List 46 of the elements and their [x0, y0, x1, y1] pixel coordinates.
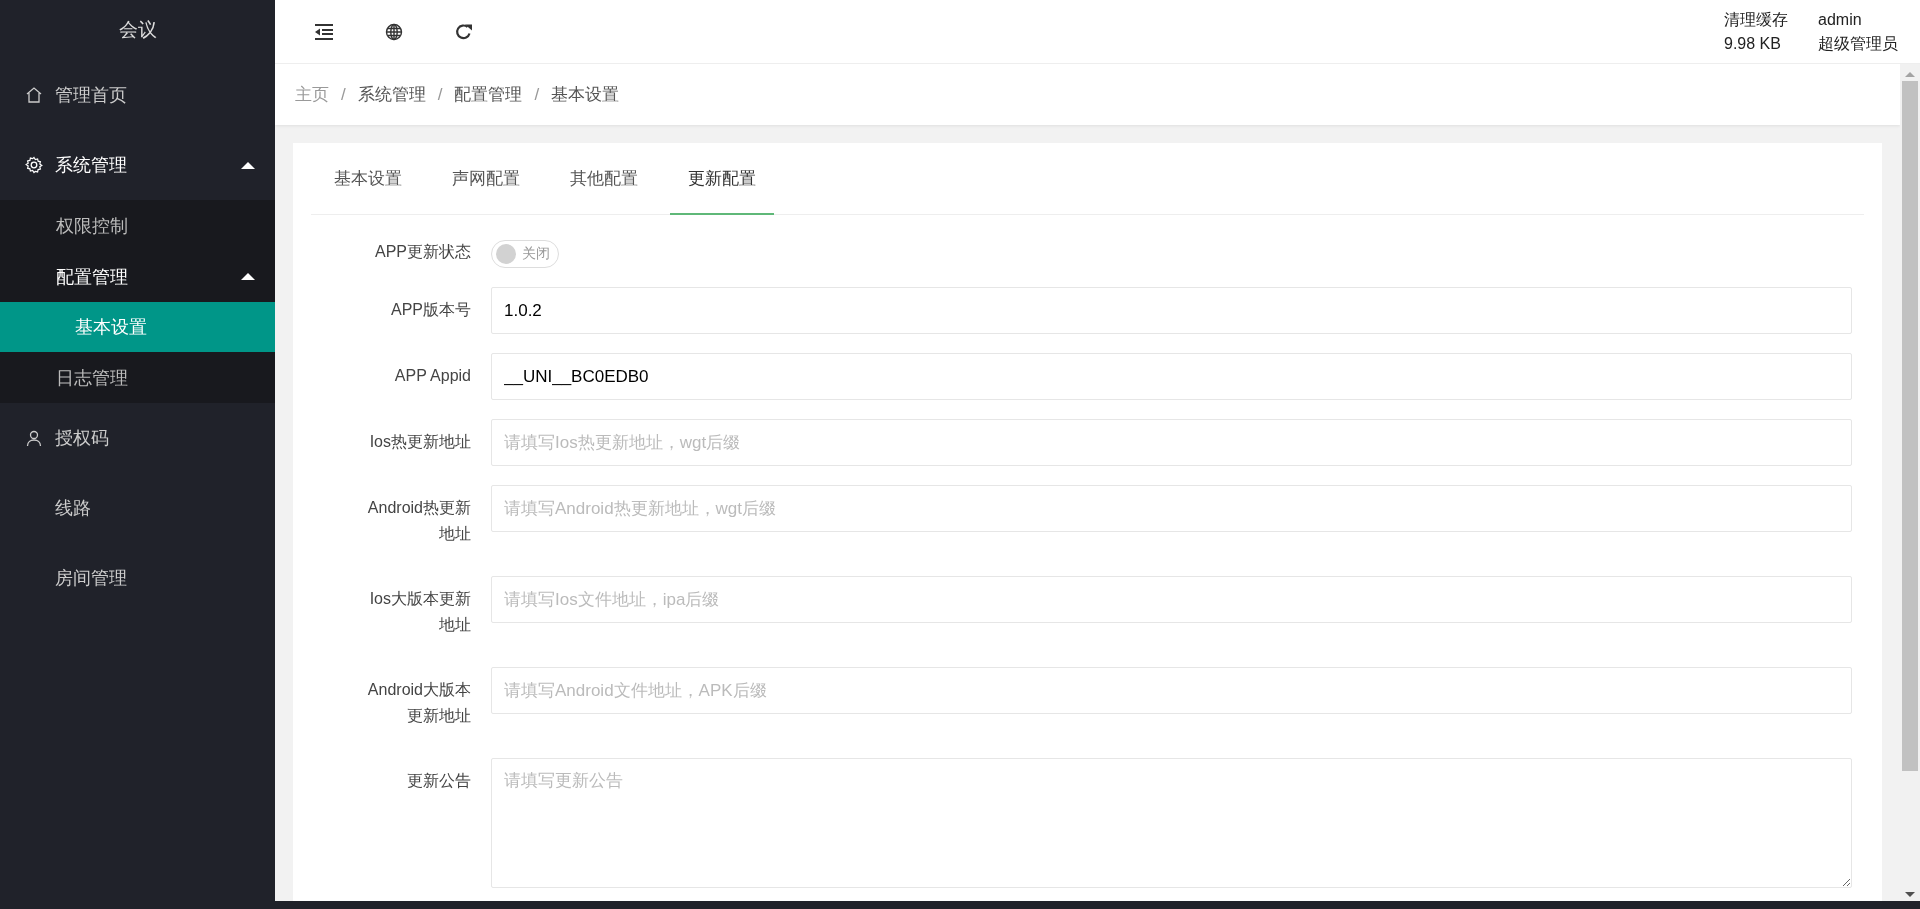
field-label: Ios热更新地址 — [368, 432, 472, 452]
submenu-item[interactable]: 日志管理 — [0, 352, 275, 403]
user-icon — [25, 429, 43, 447]
scrollbar[interactable] — [1900, 64, 1920, 901]
tab[interactable]: 更新配置 — [670, 143, 774, 215]
clear-cache-button[interactable]: 清理缓存 9.98 KB — [1724, 7, 1788, 56]
settings-icon — [25, 156, 43, 174]
menu-item[interactable]: 管理首页 — [0, 60, 275, 130]
collapse-menu-icon[interactable] — [315, 23, 333, 40]
field-label: Ios大版本更新地址 — [368, 589, 472, 635]
tab[interactable]: 基本设置 — [316, 143, 420, 215]
tab[interactable]: 其他配置 — [552, 143, 656, 215]
submenu-item[interactable]: 权限控制 — [0, 200, 275, 251]
text-area[interactable]: 请填写更新公告 — [491, 758, 1852, 888]
field-label: 更新公告 — [406, 771, 472, 791]
menu-item[interactable]: 房间管理 — [0, 543, 275, 613]
tab[interactable]: 声网配置 — [434, 143, 538, 215]
breadcrumb-separator: / — [534, 84, 540, 105]
refresh-icon[interactable] — [455, 22, 473, 41]
field-label: Android大版本更新地址 — [366, 680, 472, 726]
globe-icon[interactable] — [385, 22, 403, 41]
input-field[interactable]: 请填写Android热更新地址，wgt后缀 — [491, 485, 1852, 532]
field-label: APP更新状态 — [374, 242, 472, 262]
input-field[interactable]: 请填写Android文件地址，APK后缀 — [491, 667, 1852, 714]
field-label: APP Appid — [393, 366, 472, 386]
input-field[interactable]: 请填写Ios文件地址，ipa后缀 — [491, 576, 1852, 623]
menu-item[interactable]: 授权码 — [0, 403, 275, 473]
breadcrumb-link[interactable]: 系统管理 — [357, 83, 426, 106]
breadcrumb-link[interactable]: 基本设置 — [551, 83, 620, 106]
menu-item[interactable]: 系统管理 — [0, 130, 275, 200]
submenu-item[interactable]: 基本设置 — [0, 302, 275, 352]
breadcrumb-separator: / — [341, 84, 346, 105]
breadcrumb-separator: / — [437, 84, 443, 105]
field-label: APP版本号 — [390, 300, 472, 320]
field-label: Android热更新地址 — [366, 498, 472, 544]
breadcrumb-link[interactable]: 配置管理 — [454, 83, 523, 106]
submenu-item[interactable]: 配置管理 — [0, 251, 275, 302]
user-role: 超级管理员 — [1818, 33, 1898, 54]
input-field[interactable]: 请填写Ios热更新地址，wgt后缀 — [491, 419, 1852, 466]
home-icon — [25, 86, 43, 104]
input-field[interactable]: 1.0.2 — [491, 287, 1852, 334]
menu-item[interactable]: 线路 — [0, 473, 275, 543]
horizontal-scrollbar[interactable] — [275, 901, 1920, 909]
username: admin — [1818, 9, 1863, 30]
input-field[interactable]: __UNI__BC0EDB0 — [491, 353, 1852, 400]
app-title: 会议 — [117, 18, 158, 42]
